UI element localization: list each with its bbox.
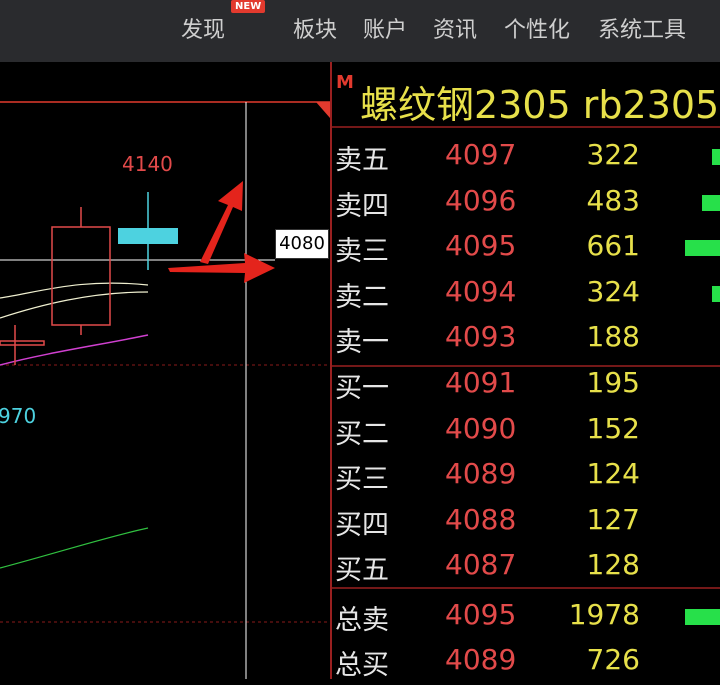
- menu-system-tools[interactable]: 系统工具: [598, 12, 686, 44]
- ask-label: 卖三: [335, 236, 389, 267]
- candle-cyan-body: [118, 228, 178, 244]
- ask-price: 4096: [445, 184, 517, 217]
- ask-volume: 483: [586, 184, 640, 217]
- ask-volume: 188: [586, 320, 640, 353]
- ask-row-3[interactable]: 卖三 4095 661: [330, 225, 720, 271]
- total-buy-row[interactable]: 总买 4089 726: [330, 639, 720, 685]
- ask-volume: 324: [586, 275, 640, 308]
- red-arrow-right: [168, 253, 275, 283]
- bid-label: 买一: [335, 373, 389, 404]
- bid-row-3[interactable]: 买三 4089 124: [330, 453, 720, 499]
- bid-volume: 124: [586, 457, 640, 490]
- bid-label: 买三: [335, 464, 389, 495]
- ask-row-2[interactable]: 卖二 4094 324: [330, 271, 720, 317]
- menu-sectors[interactable]: 板块: [293, 12, 337, 44]
- volume-bar: [702, 195, 720, 211]
- total-buy-volume: 726: [586, 643, 640, 676]
- bid-volume: 195: [586, 366, 640, 399]
- ask-label: 卖一: [335, 327, 389, 358]
- bid-price: 4091: [445, 366, 517, 399]
- ma-line-purple: [0, 334, 149, 366]
- volume-bar: [685, 240, 720, 256]
- new-badge: NEW: [231, 0, 266, 13]
- ask-label: 卖二: [335, 282, 389, 313]
- candle-doji: [0, 340, 45, 346]
- ask-price: 4097: [445, 138, 517, 171]
- bid-row-5[interactable]: 买五 4087 128: [330, 544, 720, 590]
- bid-label: 买四: [335, 510, 389, 541]
- ask-volume: 661: [586, 229, 640, 262]
- red-arrow-up: [200, 181, 243, 264]
- ask-row-1[interactable]: 卖一 4093 188: [330, 316, 720, 362]
- ask-price: 4095: [445, 229, 517, 262]
- bid-label: 买二: [335, 419, 389, 450]
- bid-price: 4087: [445, 548, 517, 581]
- ask-row-4[interactable]: 卖四 4096 483: [330, 180, 720, 226]
- bid-label: 买五: [335, 555, 389, 586]
- bid-volume: 127: [586, 503, 640, 536]
- corner-marker: [316, 102, 330, 118]
- total-sell-volume: 1978: [568, 598, 640, 631]
- candle-red-body: [51, 226, 111, 326]
- menu-discover[interactable]: 发现: [181, 12, 225, 44]
- ask-row-5[interactable]: 卖五 4097 322: [330, 134, 720, 180]
- total-sell-row[interactable]: 总卖 4095 1978: [330, 594, 720, 640]
- total-sell-label: 总卖: [335, 605, 389, 636]
- crosshair-price-tag: 4080: [275, 229, 329, 259]
- ask-price: 4093: [445, 320, 517, 353]
- ma-line-white-2: [0, 291, 149, 319]
- bid-row-1[interactable]: 买一 4091 195: [330, 362, 720, 408]
- volume-bar: [712, 149, 720, 165]
- bid-row-4[interactable]: 买四 4088 127: [330, 499, 720, 545]
- ask-price: 4094: [445, 275, 517, 308]
- ma-line-green: [0, 527, 149, 569]
- bid-price: 4090: [445, 412, 517, 445]
- low-price-label: 970: [0, 404, 37, 428]
- contract-title: 螺纹钢2305 rb2305: [360, 83, 720, 127]
- bid-row-2[interactable]: 买二 4090 152: [330, 408, 720, 454]
- menu-account[interactable]: 账户: [363, 12, 407, 44]
- volume-bar: [685, 609, 720, 625]
- menu-personalize[interactable]: 个性化: [504, 12, 570, 44]
- bid-volume: 128: [586, 548, 640, 581]
- ask-volume: 322: [586, 138, 640, 171]
- ma-line-white: [0, 282, 149, 299]
- total-buy-price: 4089: [445, 643, 517, 676]
- ask-label: 卖五: [335, 145, 389, 176]
- market-marker: M: [336, 72, 354, 93]
- total-buy-label: 总买: [335, 650, 389, 681]
- bid-volume: 152: [586, 412, 640, 445]
- bid-price: 4089: [445, 457, 517, 490]
- menu-news[interactable]: 资讯: [433, 12, 477, 44]
- total-sell-price: 4095: [445, 598, 517, 631]
- top-menu-bar: 发现 NEW 板块 账户 资讯 个性化 系统工具: [0, 0, 720, 62]
- ask-label: 卖四: [335, 191, 389, 222]
- bid-price: 4088: [445, 503, 517, 536]
- high-price-label: 4140: [122, 152, 173, 176]
- volume-bar: [712, 286, 720, 302]
